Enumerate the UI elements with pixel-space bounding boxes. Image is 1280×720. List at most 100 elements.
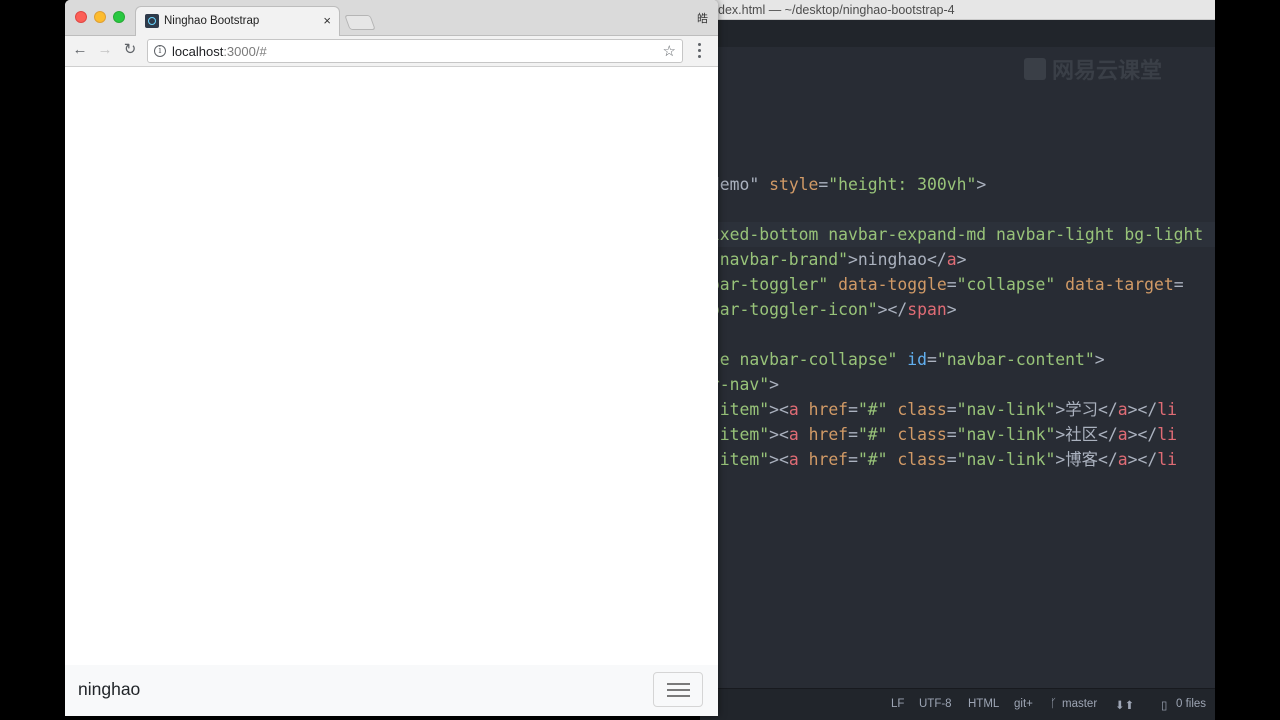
url-text[interactable]: localhost:3000/# bbox=[172, 44, 267, 59]
code-token: fixed-bottom navbar-expand-md navbar-lig… bbox=[700, 225, 1204, 244]
watermark-text: 网易云课堂 bbox=[1052, 59, 1163, 84]
close-window-button[interactable] bbox=[75, 11, 87, 23]
profile-button[interactable]: 皓 bbox=[697, 10, 708, 26]
editor-title: dex.html — ~/desktop/ninghao-bootstrap-4 bbox=[718, 3, 955, 17]
back-icon[interactable]: ← bbox=[70, 40, 90, 60]
code-token: ></ bbox=[877, 300, 908, 319]
code-token: href bbox=[808, 400, 849, 419]
forward-icon[interactable]: → bbox=[95, 40, 115, 60]
address-bar[interactable]: i localhost:3000/# ☆ bbox=[147, 39, 683, 63]
code-line[interactable]: vbar-toggler" data-toggle="collapse" dat… bbox=[700, 272, 1215, 297]
code-token: "#" bbox=[857, 450, 888, 469]
code-token: > bbox=[1094, 350, 1105, 369]
tab-close-icon[interactable]: × bbox=[323, 13, 331, 28]
code-token: = bbox=[1173, 275, 1184, 294]
code-token: "#" bbox=[857, 400, 888, 419]
browser-toolbar: ← → ↻ i localhost:3000/# ☆ bbox=[65, 36, 718, 67]
status-grammar[interactable]: HTML bbox=[968, 698, 999, 710]
code-token: li bbox=[1157, 450, 1177, 469]
status-files[interactable]: 0 files bbox=[1176, 698, 1206, 710]
reload-icon[interactable]: ↻ bbox=[120, 40, 140, 60]
code-token: id bbox=[907, 350, 927, 369]
bottom-navbar: ninghao bbox=[65, 665, 718, 716]
code-token: class bbox=[897, 425, 947, 444]
code-token: >< bbox=[769, 450, 789, 469]
code-token: li bbox=[1157, 425, 1177, 444]
code-token: class bbox=[897, 400, 947, 419]
code-token: vbar-toggler-icon" bbox=[700, 300, 878, 319]
status-encoding[interactable]: UTF-8 bbox=[919, 698, 952, 710]
code-line[interactable]: v-item"><a href="#" class="nav-link">学习<… bbox=[700, 397, 1215, 422]
code-token: > bbox=[976, 175, 987, 194]
url-path: :3000/# bbox=[223, 44, 267, 59]
arrow-down-up-icon[interactable]: ⬇⬆ bbox=[1115, 698, 1134, 712]
code-line[interactable]: v-item"><a href="#" class="nav-link">博客<… bbox=[700, 447, 1215, 472]
status-git[interactable]: git+ bbox=[1014, 698, 1033, 710]
editor-status-bar: LF UTF-8 HTML git+ ᚴ master ⬇⬆ ▯ 0 files bbox=[700, 688, 1215, 720]
status-branch[interactable]: master bbox=[1062, 698, 1097, 710]
code-line[interactable]: demo" style="height: 300vh"> bbox=[700, 172, 1215, 197]
code-token: >< bbox=[769, 400, 789, 419]
code-token: a bbox=[946, 250, 957, 269]
code-line[interactable]: ="navbar-brand">ninghao</a> bbox=[700, 247, 1215, 272]
code-token: href bbox=[808, 450, 849, 469]
code-token: > bbox=[956, 250, 967, 269]
code-token: = bbox=[946, 450, 957, 469]
code-token: "nav-link" bbox=[956, 425, 1056, 444]
code-token: "height: 300vh" bbox=[828, 175, 977, 194]
code-line[interactable]: vbar-toggler-icon"></span> bbox=[700, 297, 1215, 322]
maximize-window-button[interactable] bbox=[113, 11, 125, 23]
code-token: >社区</ bbox=[1055, 425, 1118, 444]
code-token: ></ bbox=[1127, 425, 1158, 444]
code-token: >学习</ bbox=[1055, 400, 1118, 419]
code-token: style bbox=[769, 175, 819, 194]
code-line[interactable] bbox=[700, 322, 1215, 347]
code-token: a bbox=[788, 425, 799, 444]
code-line[interactable]: v-item"><a href="#" class="nav-link">社区<… bbox=[700, 422, 1215, 447]
browser-window: Ninghao Bootstrap × 皓 ← → ↻ i localhost:… bbox=[65, 0, 718, 716]
browser-tab-strip: Ninghao Bootstrap × 皓 bbox=[65, 0, 718, 37]
bookmark-star-icon[interactable]: ☆ bbox=[663, 42, 676, 60]
code-token: ></ bbox=[1127, 400, 1158, 419]
status-line-ending[interactable]: LF bbox=[891, 698, 904, 710]
code-token: >博客</ bbox=[1055, 450, 1118, 469]
navbar-toggler-button[interactable] bbox=[653, 672, 703, 707]
editor-title-bar: dex.html — ~/desktop/ninghao-bootstrap-4 bbox=[700, 0, 1215, 20]
code-token: data-toggle bbox=[838, 275, 947, 294]
browser-menu-icon[interactable] bbox=[693, 40, 707, 60]
code-token: class bbox=[897, 450, 947, 469]
new-tab-button[interactable] bbox=[344, 15, 376, 30]
page-viewport: ninghao bbox=[65, 67, 718, 716]
code-token: = bbox=[818, 175, 829, 194]
code-line[interactable]: ar-nav"> bbox=[700, 372, 1215, 397]
site-info-icon[interactable]: i bbox=[154, 45, 166, 57]
code-line[interactable]: pse navbar-collapse" id="navbar-content"… bbox=[700, 347, 1215, 372]
code-token: > bbox=[769, 375, 779, 394]
code-token: = bbox=[927, 350, 937, 369]
minimize-window-button[interactable] bbox=[94, 11, 106, 23]
code-token: a bbox=[788, 450, 799, 469]
code-token: li bbox=[1157, 400, 1177, 419]
code-token: a bbox=[788, 400, 799, 419]
browser-tab-active[interactable]: Ninghao Bootstrap × bbox=[135, 6, 340, 37]
code-line[interactable] bbox=[700, 197, 1215, 222]
code-line[interactable]: fixed-bottom navbar-expand-md navbar-lig… bbox=[700, 222, 1215, 247]
code-token: = bbox=[848, 450, 858, 469]
code-token: "nav-link" bbox=[956, 450, 1056, 469]
code-token: vbar-toggler" bbox=[700, 275, 829, 294]
code-token: = bbox=[848, 425, 858, 444]
watermark: 网易云课堂 bbox=[1024, 53, 1162, 85]
navbar-brand-link[interactable]: ninghao bbox=[78, 679, 140, 700]
code-editor-window: dex.html — ~/desktop/ninghao-bootstrap-4… bbox=[700, 0, 1215, 720]
code-token: pse navbar-collapse" bbox=[700, 350, 898, 369]
watermark-logo-icon bbox=[1024, 58, 1046, 80]
code-token: span bbox=[907, 300, 947, 319]
code-token: a bbox=[1117, 425, 1128, 444]
code-token: "#" bbox=[857, 425, 888, 444]
